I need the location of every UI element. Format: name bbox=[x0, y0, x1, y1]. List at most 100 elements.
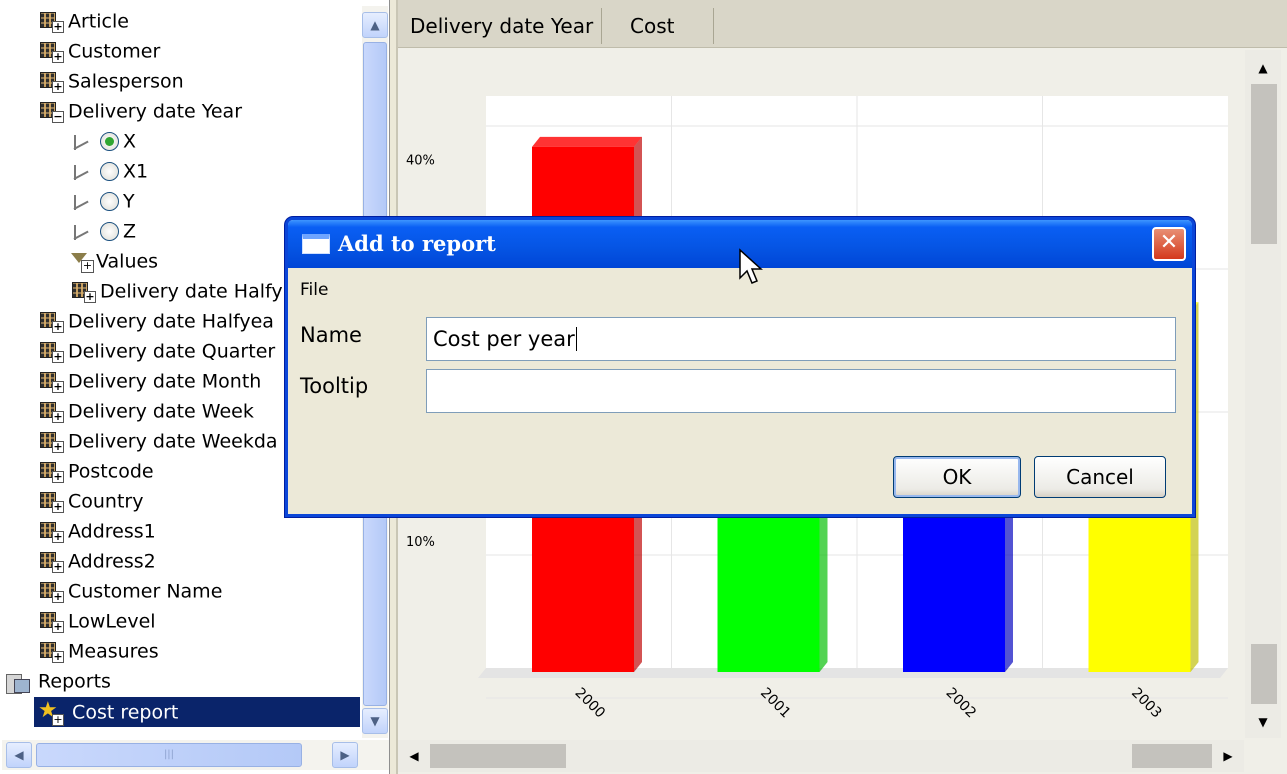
cube-icon: + bbox=[38, 461, 64, 483]
radio-button[interactable] bbox=[100, 192, 119, 211]
tree-item-label: Address1 bbox=[68, 520, 156, 543]
tree-item-label: LowLevel bbox=[68, 610, 156, 633]
tree-item-reports[interactable]: Reports bbox=[4, 666, 111, 696]
axis-x1-icon bbox=[70, 162, 100, 182]
tree-item[interactable]: Y bbox=[70, 186, 135, 216]
name-label: Name bbox=[300, 323, 362, 347]
tooltip-field[interactable] bbox=[426, 369, 1176, 413]
tree-item-label: Article bbox=[68, 10, 129, 33]
tree-item[interactable]: + Postcode bbox=[38, 456, 154, 486]
tree-item[interactable]: + Customer Name bbox=[38, 576, 222, 606]
tree-item[interactable]: + Delivery date Quarter bbox=[38, 336, 275, 366]
chart-horizontal-scrollbar[interactable]: ◀ ▶ bbox=[398, 740, 1244, 772]
tree-item-label: Delivery date Quarter bbox=[68, 340, 276, 363]
cube-icon: + bbox=[38, 371, 64, 393]
tree-item-label: Cost report bbox=[72, 701, 179, 724]
tree-item[interactable]: + Address1 bbox=[38, 516, 156, 546]
axis-x-icon bbox=[70, 132, 100, 152]
scrollbar-thumb-lower[interactable] bbox=[1251, 644, 1277, 704]
close-icon: ✕ bbox=[1159, 230, 1179, 255]
tree-item[interactable]: + LowLevel bbox=[38, 606, 156, 636]
cube-icon: + bbox=[38, 431, 64, 453]
cube-icon: + bbox=[38, 341, 64, 363]
cancel-button[interactable]: Cancel bbox=[1034, 456, 1166, 498]
scroll-right-button[interactable]: ▶ bbox=[332, 742, 358, 768]
window-icon bbox=[302, 234, 330, 254]
y-tick-label: 40% bbox=[406, 154, 435, 169]
dialog-title: Add to report bbox=[338, 231, 496, 256]
tree-item[interactable]: + Article bbox=[38, 6, 129, 36]
axis-z-icon bbox=[70, 222, 100, 242]
scrollbar-thumb[interactable] bbox=[1251, 84, 1277, 244]
cube-icon: + bbox=[38, 521, 64, 543]
cube-icon: + bbox=[38, 641, 64, 663]
name-value: Cost per year bbox=[433, 327, 575, 351]
tree-item[interactable]: + Customer bbox=[38, 36, 160, 66]
scrollbar-thumb[interactable]: ||| bbox=[36, 743, 302, 767]
cube-icon: + bbox=[38, 491, 64, 513]
tree-item[interactable]: + Delivery date Halfyea bbox=[38, 306, 274, 336]
tree-item[interactable]: Values bbox=[70, 246, 158, 276]
scroll-right-button[interactable]: ▶ bbox=[1214, 742, 1242, 770]
tree-item-label: Y bbox=[123, 190, 135, 213]
scroll-left-button[interactable]: ◀ bbox=[400, 742, 428, 770]
tree-item-label: Values bbox=[96, 250, 159, 273]
tree-item[interactable]: − Delivery date Year bbox=[38, 96, 242, 126]
scroll-down-button[interactable]: ▼ bbox=[362, 708, 388, 734]
tree-item-label: X1 bbox=[123, 160, 149, 183]
tree-item-label: Measures bbox=[68, 640, 159, 663]
scroll-left-button[interactable]: ◀ bbox=[6, 742, 32, 768]
measure-header[interactable]: Cost bbox=[622, 8, 714, 44]
cube-icon: + bbox=[38, 11, 64, 33]
scrollbar-thumb[interactable] bbox=[430, 744, 566, 768]
x-tick-label: 2000 bbox=[572, 685, 609, 722]
tree-item-cost-report[interactable]: ★ + Cost report bbox=[34, 697, 360, 727]
tree-item[interactable]: + Delivery date Week bbox=[38, 396, 254, 426]
cube-icon: + bbox=[38, 311, 64, 333]
cube-icon: + bbox=[38, 41, 64, 63]
tree-item-label: X bbox=[123, 130, 137, 153]
tree-item[interactable]: + Address2 bbox=[38, 546, 156, 576]
scroll-up-button[interactable]: ▲ bbox=[1249, 54, 1277, 82]
cube-icon: − bbox=[38, 101, 64, 123]
tree-item[interactable]: + Delivery date Halfy bbox=[70, 276, 283, 306]
mouse-pointer-icon bbox=[739, 248, 763, 284]
tree-item[interactable]: + Delivery date Weekda bbox=[38, 426, 278, 456]
tree-item[interactable]: Z bbox=[70, 216, 136, 246]
scrollbar-thumb-right[interactable] bbox=[1132, 744, 1212, 768]
tree-item-label: Customer bbox=[68, 40, 161, 63]
axis-y-icon bbox=[70, 192, 100, 212]
tree-item[interactable]: + Measures bbox=[38, 636, 159, 666]
tree-item[interactable]: + Country bbox=[38, 486, 143, 516]
text-caret bbox=[575, 327, 577, 351]
tree-item[interactable]: X bbox=[70, 126, 136, 156]
ok-button[interactable]: OK bbox=[893, 456, 1021, 498]
tooltip-label: Tooltip bbox=[300, 374, 369, 398]
tree-item-label: Address2 bbox=[68, 550, 156, 573]
chart-vertical-scrollbar[interactable]: ▲ ▼ bbox=[1245, 50, 1281, 738]
cube-icon: + bbox=[38, 551, 64, 573]
scroll-up-button[interactable]: ▲ bbox=[362, 12, 388, 38]
cube-icon: + bbox=[38, 71, 64, 93]
tree-item[interactable]: + Delivery date Month bbox=[38, 366, 261, 396]
chart-header: Delivery date Year Cost bbox=[398, 0, 1287, 48]
radio-button[interactable] bbox=[100, 132, 119, 151]
close-button[interactable]: ✕ bbox=[1152, 227, 1186, 261]
tree-item-label: Delivery date Halfy bbox=[100, 280, 283, 303]
bar-top-2000 bbox=[532, 136, 642, 147]
star-report-icon: ★ + bbox=[38, 697, 64, 726]
x-tick-label: 2001 bbox=[757, 685, 794, 722]
scroll-down-button[interactable]: ▼ bbox=[1249, 708, 1277, 736]
tree-item[interactable]: X1 bbox=[70, 156, 148, 186]
radio-button[interactable] bbox=[100, 162, 119, 181]
tree-item-label: Delivery date Weekda bbox=[68, 430, 278, 453]
tree-item-label: Delivery date Month bbox=[68, 370, 262, 393]
dimension-header[interactable]: Delivery date Year bbox=[402, 8, 603, 44]
tree-item-label: Delivery date Year bbox=[68, 100, 243, 123]
tree-item-label: Z bbox=[123, 220, 137, 243]
menu-file[interactable]: File bbox=[300, 280, 328, 300]
tree-item[interactable]: + Salesperson bbox=[38, 66, 184, 96]
radio-button[interactable] bbox=[100, 222, 119, 241]
tree-horizontal-scrollbar[interactable]: ◀ ||| ▶ bbox=[2, 740, 389, 770]
name-field[interactable]: Cost per year bbox=[426, 317, 1176, 361]
